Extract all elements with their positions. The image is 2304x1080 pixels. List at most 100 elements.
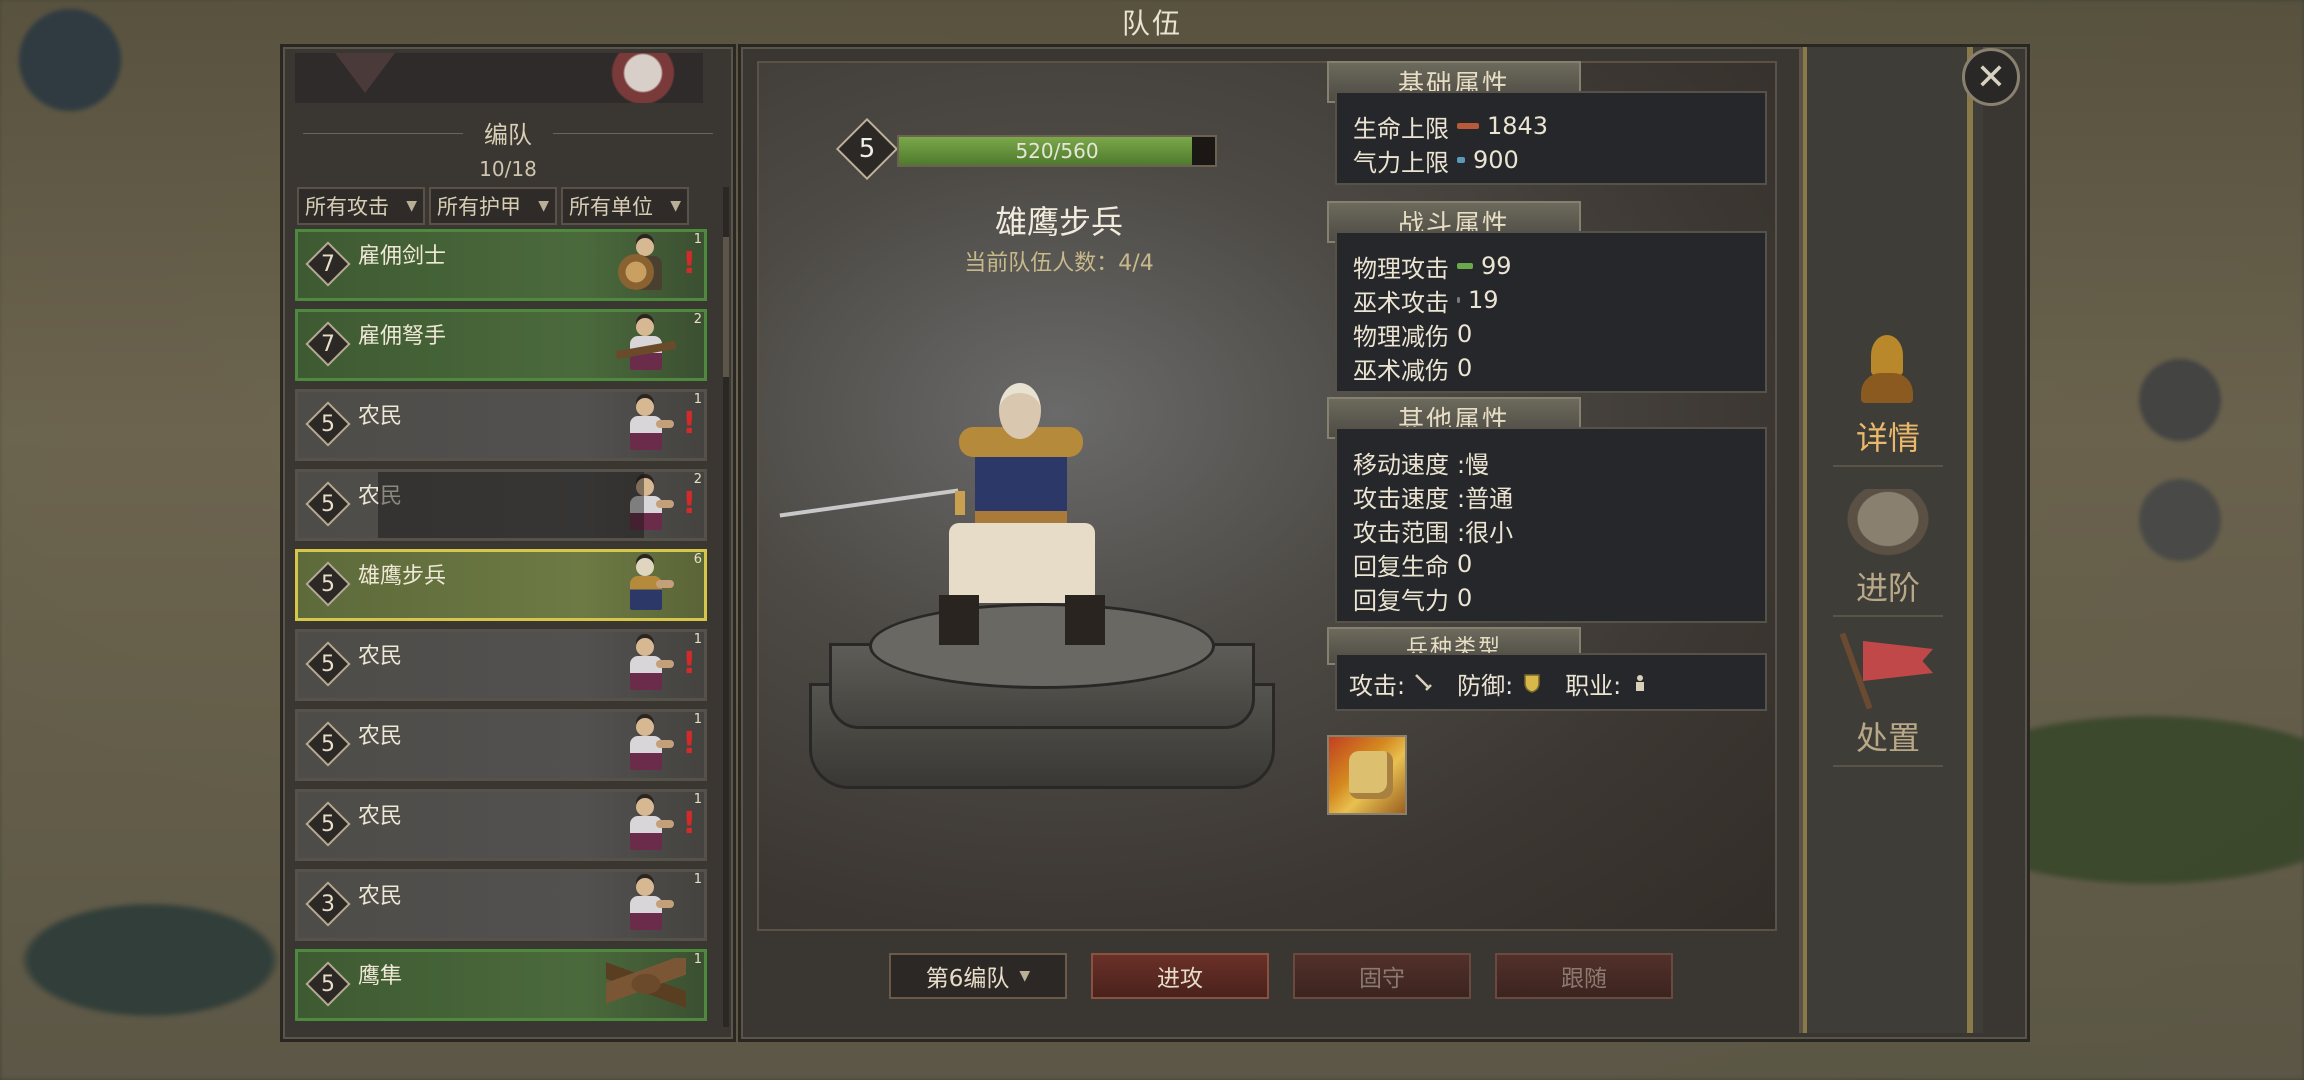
tab-details[interactable]: 详情	[1803, 327, 1973, 467]
attr-label: 生命上限	[1353, 114, 1449, 143]
close-button[interactable]: ✕	[1962, 48, 2020, 106]
attr-row: 气力上限 900	[1353, 143, 1749, 177]
unit-portrait	[616, 474, 676, 538]
unit-name: 鹰隼	[358, 964, 403, 989]
fist-icon[interactable]	[1327, 735, 1407, 815]
attr-label: 回复生命	[1353, 552, 1449, 581]
side-tab-strip: 详情 进阶 处置	[1799, 47, 1983, 1033]
attack-filter-dropdown[interactable]: 所有攻击 ▼	[297, 187, 425, 225]
attr-value: :慢	[1457, 450, 1490, 479]
helmet-body-shape	[1861, 373, 1913, 403]
roster-scrollbar[interactable]	[723, 187, 729, 1027]
divider	[1833, 465, 1943, 467]
unit-tier: 1	[693, 872, 702, 887]
helmet-shape	[1871, 335, 1903, 375]
portrait-arm	[656, 420, 674, 428]
unit-tier: 1	[693, 392, 702, 407]
troop-type: 兵种类型 攻击: 防御: 职业:	[1327, 627, 1767, 711]
squad-select-dropdown[interactable]: 第6编队 ▼	[889, 953, 1067, 999]
unit-list-item[interactable]: 5 鹰隼 1	[295, 949, 707, 1021]
unit-list-item[interactable]: 5 农民 1!	[295, 389, 707, 461]
unit-list: 7 雇佣剑士 1! 7 雇佣弩手 2 5 农民 1! 5 农民 2! 5 雄鹰步兵 6 5 农民 1! 5 农民 1! 5…	[295, 229, 707, 1029]
tab-label: 进阶	[1855, 569, 1920, 607]
attr-value: 19	[1468, 286, 1499, 314]
basic-attributes: 基础属性 生命上限 1843 气力上限 900	[1327, 61, 1767, 185]
scrollbar-thumb[interactable]	[723, 237, 729, 377]
portrait-shield	[618, 254, 654, 290]
unit-level-badge: 7	[305, 241, 351, 287]
unit-tier: 2	[693, 312, 702, 327]
attr-row: 攻击速度:普通	[1353, 479, 1749, 513]
soldier-head	[999, 383, 1041, 439]
attr-value: 0	[1457, 320, 1473, 348]
sword-hilt	[955, 491, 965, 515]
unit-level-badge: 5	[305, 721, 351, 767]
portrait-head	[636, 878, 654, 896]
armor-filter-dropdown[interactable]: 所有护甲 ▼	[429, 187, 557, 225]
unit-list-item[interactable]: 5 农民 1!	[295, 789, 707, 861]
unit-list-item[interactable]: 3 农民 1	[295, 869, 707, 941]
attack-button[interactable]: 进攻	[1091, 953, 1269, 999]
portrait-head	[636, 638, 654, 656]
unit-list-item[interactable]: 5 雄鹰步兵 6	[295, 549, 707, 621]
sword	[779, 488, 959, 518]
filter-label: 所有单位	[569, 195, 653, 219]
unit-level: 5	[858, 134, 876, 164]
flag-icon	[1839, 631, 1943, 711]
unit-list-item[interactable]: 7 雇佣剑士 1!	[295, 229, 707, 301]
attr-value: 1843	[1487, 112, 1549, 140]
attr-label: 巫术攻击	[1353, 288, 1449, 317]
hp-bar: 520/560	[897, 135, 1217, 167]
attr-value: 0	[1457, 584, 1473, 612]
unit-portrait	[615, 314, 677, 378]
unit-portrait	[616, 554, 676, 618]
unit-tier: 2	[693, 472, 702, 487]
unit-list-item[interactable]: 5 农民 2!	[295, 469, 707, 541]
hold-button[interactable]: 固守	[1293, 953, 1471, 999]
unit-tier: 6	[693, 552, 702, 567]
unit-list-item[interactable]: 7 雇佣弩手 2	[295, 309, 707, 381]
combat-attributes: 战斗属性 物理攻击 99 巫术攻击 19 物理减伤 0 巫术减伤 0	[1327, 201, 1767, 393]
unit-name: 农民	[358, 804, 403, 829]
tab-label: 处置	[1855, 719, 1920, 757]
portrait-arm	[656, 900, 674, 908]
filter-label: 所有护甲	[437, 195, 521, 219]
armor-icon	[1843, 489, 1933, 559]
command-bar: 第6编队 ▼ 进攻 固守 跟随	[889, 953, 1673, 999]
troop-type-row: 攻击: 防御: 职业:	[1349, 665, 1753, 701]
hero-portrait[interactable]	[603, 53, 683, 103]
sword-icon[interactable]	[1413, 672, 1435, 694]
infantry-icon[interactable]	[1629, 672, 1651, 694]
unit-level-badge: 5	[305, 801, 351, 847]
helmet-icon	[1857, 335, 1917, 405]
fist-shape	[1349, 751, 1393, 799]
unit-level-badge: 3	[305, 881, 351, 927]
unit-name: 农民	[358, 724, 403, 749]
defense-type-label: 防御:	[1457, 671, 1514, 700]
shield-icon[interactable]	[1521, 672, 1543, 694]
attr-row: 移动速度:慢	[1353, 445, 1749, 479]
unit-list-item[interactable]: 5 农民 1!	[295, 709, 707, 781]
unit-model	[779, 383, 1159, 653]
unit-name: 农民	[358, 404, 403, 429]
follow-button[interactable]: 跟随	[1495, 953, 1673, 999]
troop-type-box: 攻击: 防御: 职业:	[1335, 653, 1767, 711]
other-attributes: 其他属性 移动速度:慢 攻击速度:普通 攻击范围:很小 回复生命 0 回复气力 0	[1327, 397, 1767, 623]
unit-portrait	[606, 954, 686, 1018]
attr-row: 巫术攻击 19	[1353, 283, 1749, 317]
warning-icon: !	[682, 406, 696, 441]
tab-advance[interactable]: 进阶	[1803, 477, 1973, 617]
tab-dispose[interactable]: 处置	[1803, 627, 1973, 767]
unit-level-badge: 7	[305, 321, 351, 367]
unit-portrait	[616, 234, 676, 298]
attr-row: 物理减伤 0	[1353, 317, 1749, 351]
unit-filter-dropdown[interactable]: 所有单位 ▼	[561, 187, 689, 225]
unit-list-item[interactable]: 5 农民 1!	[295, 629, 707, 701]
warning-icon: !	[682, 246, 696, 281]
chevron-down-icon: ▼	[1019, 968, 1031, 984]
soldier-boot	[1065, 595, 1105, 645]
unit-level: 5	[321, 651, 335, 677]
portrait-arm	[656, 820, 674, 828]
unit-level: 5	[321, 731, 335, 757]
portrait-head	[636, 318, 654, 336]
